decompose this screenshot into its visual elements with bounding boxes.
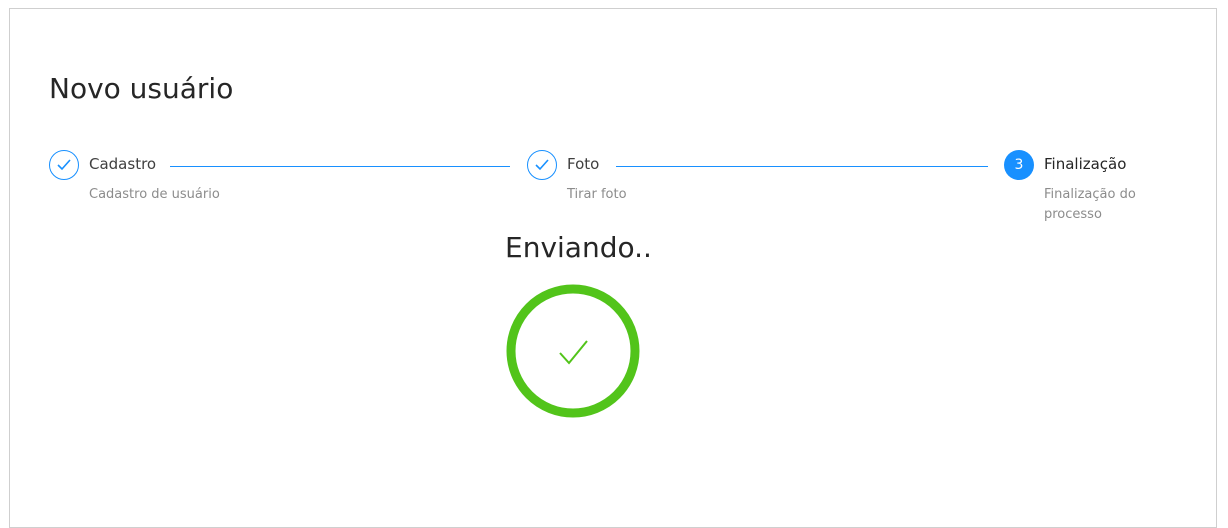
step-connector [616, 166, 988, 167]
step-title: Finalização [1044, 155, 1127, 173]
status-text: Enviando.. [505, 231, 652, 264]
step-number-icon: 3 [1004, 150, 1034, 180]
step-title: Foto [567, 155, 600, 173]
check-icon [527, 150, 557, 180]
step-description: Tirar foto [567, 187, 627, 202]
page-title: Novo usuário [49, 72, 234, 105]
success-check-icon [505, 283, 641, 419]
step-description: Finalização do processo [1044, 187, 1136, 222]
step-connector [170, 166, 510, 167]
step-title: Cadastro [89, 155, 157, 173]
check-icon [49, 150, 79, 180]
step-description: Cadastro de usuário [89, 187, 220, 202]
new-user-card: Novo usuário Cadastro Cadastro de usuári… [9, 8, 1217, 528]
